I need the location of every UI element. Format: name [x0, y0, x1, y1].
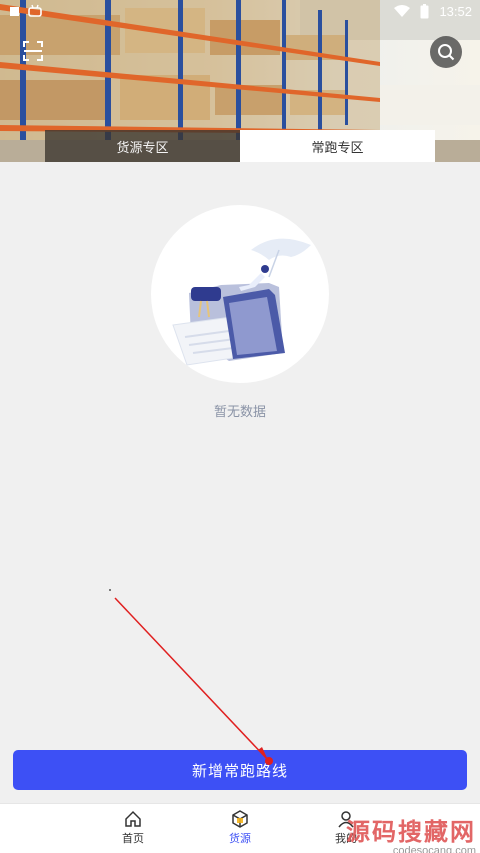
- watermark-title: 源码搜藏网: [346, 817, 476, 846]
- notification-square-icon: [10, 6, 19, 16]
- nav-home[interactable]: 首页: [103, 810, 163, 846]
- scan-button[interactable]: [22, 40, 44, 62]
- scan-icon: [23, 41, 43, 61]
- robot-icon: [28, 4, 42, 17]
- empty-state-illustration: [151, 205, 329, 383]
- status-time: 13:52: [439, 4, 472, 19]
- home-icon: [125, 810, 141, 827]
- zone-tabs: 货源专区 常跑专区: [45, 130, 435, 162]
- nav-cargo[interactable]: 货源: [210, 810, 270, 846]
- watermark: 源码搜藏网 codesocang.com: [346, 812, 476, 853]
- search-icon: [438, 44, 455, 61]
- battery-icon: [420, 4, 429, 19]
- add-regular-route-button[interactable]: 新增常跑路线: [13, 750, 467, 790]
- screen: 13:52 货源专区 常跑专区 暂无数据 新增常跑路线 首页 货源 我的 源码搜…: [0, 0, 480, 853]
- status-bar: 13:52: [0, 0, 480, 24]
- nav-cargo-label: 货源: [229, 832, 251, 845]
- search-button[interactable]: [430, 36, 462, 68]
- box-icon: [232, 810, 248, 828]
- nav-home-label: 首页: [122, 832, 144, 845]
- tab-cargo-zone[interactable]: 货源专区: [45, 130, 240, 162]
- wifi-icon: [394, 5, 411, 17]
- empty-folder-illustration: [172, 238, 311, 366]
- empty-state-text: 暂无数据: [213, 405, 266, 420]
- tab-regular-route-zone[interactable]: 常跑专区: [240, 130, 435, 162]
